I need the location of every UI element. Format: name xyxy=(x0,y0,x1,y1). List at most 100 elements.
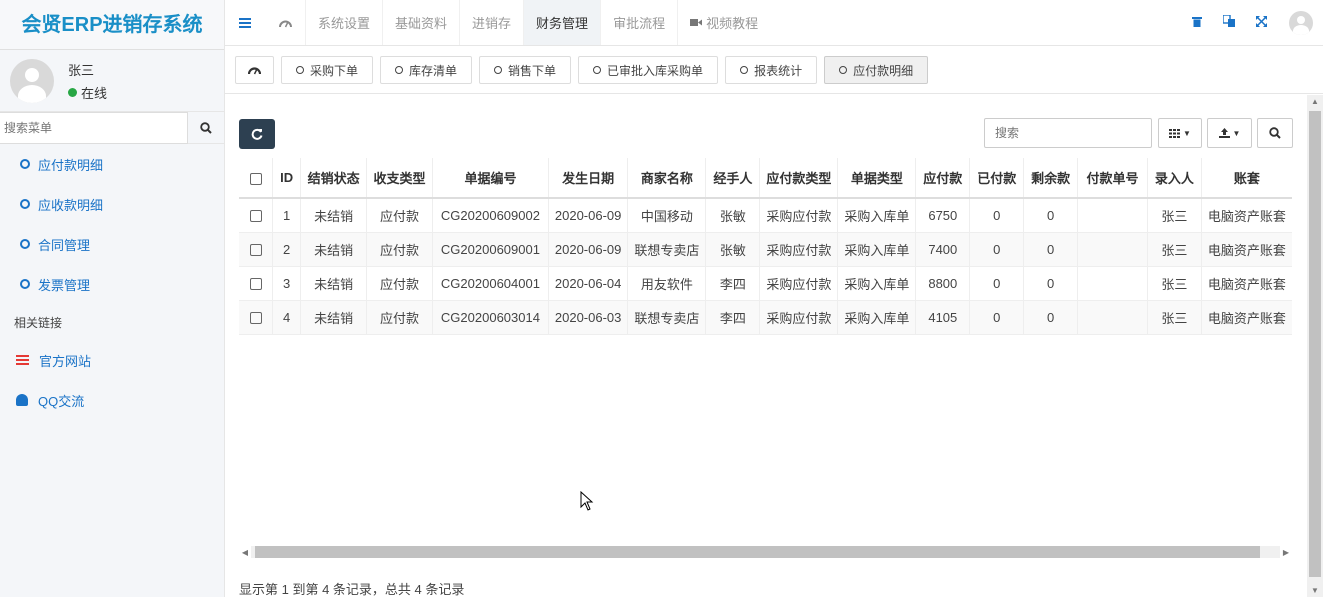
brand-title[interactable]: 会贤ERP进销存系统 xyxy=(0,0,224,50)
top-tab-basic-data[interactable]: 基础资料 xyxy=(382,0,459,45)
cell-settle-status: 未结销 xyxy=(300,266,367,301)
sidebar-item-receivables[interactable]: 应收款明细 xyxy=(0,184,224,224)
scroll-up-icon[interactable]: ▲ xyxy=(1311,97,1319,106)
sidebar-item-label: 应收款明细 xyxy=(38,197,104,213)
horizontal-scrollbar[interactable]: ◀ ▶ xyxy=(239,544,1292,560)
circle-icon xyxy=(20,279,30,289)
table-row[interactable]: 4 未结销 应付款 CG20200603014 2020-06-03 联想专卖店… xyxy=(239,300,1292,335)
scroll-right-icon[interactable]: ▶ xyxy=(1280,548,1292,557)
row-checkbox[interactable] xyxy=(249,312,262,325)
col-date[interactable]: 发生日期 xyxy=(547,158,628,199)
page-tab-label: 采购下单 xyxy=(310,63,359,78)
top-tab-system-settings[interactable]: 系统设置 xyxy=(305,0,382,45)
row-checkbox[interactable] xyxy=(249,210,262,223)
refresh-button[interactable] xyxy=(239,119,275,149)
col-payable[interactable]: 应付款 xyxy=(915,158,970,199)
top-tab-finance[interactable]: 财务管理 xyxy=(523,0,601,45)
page-tab-payables-detail[interactable]: 应付款明细 xyxy=(824,56,929,84)
col-account-set[interactable]: 账套 xyxy=(1200,158,1292,199)
chevron-down-icon: ▼ xyxy=(1183,128,1191,138)
sidebar-link-qq[interactable]: QQ交流 xyxy=(0,380,224,420)
top-tab-video-tutorials[interactable]: 视频教程 xyxy=(677,0,770,45)
online-dot-icon xyxy=(68,87,77,97)
cell-date: 2020-06-03 xyxy=(547,300,628,335)
columns-toggle-button[interactable]: ▼ xyxy=(1158,118,1202,148)
table-row[interactable]: 2 未结销 应付款 CG20200609001 2020-06-09 联想专卖店… xyxy=(239,232,1292,267)
cell-payable-type: 采购应付款 xyxy=(759,198,838,233)
cell-merchant: 联想专卖店 xyxy=(627,300,706,335)
row-checkbox[interactable] xyxy=(249,244,262,257)
col-io-type[interactable]: 收支类型 xyxy=(366,158,433,199)
sidebar-links-header: 相关链接 xyxy=(14,315,63,330)
table-row[interactable]: 1 未结销 应付款 CG20200609002 2020-06-09 中国移动 … xyxy=(239,198,1292,233)
cell-date: 2020-06-09 xyxy=(547,198,628,233)
page-tab-stock-list[interactable]: 库存清单 xyxy=(380,56,473,84)
col-settle-status[interactable]: 结销状态 xyxy=(300,158,367,199)
menu-toggle-icon[interactable] xyxy=(225,0,265,45)
sidebar-item-invoices[interactable]: 发票管理 xyxy=(0,264,224,304)
col-id[interactable]: ID xyxy=(272,158,301,199)
vertical-scrollbar[interactable]: ▲ ▼ xyxy=(1307,95,1323,597)
page-tab-purchase-order[interactable]: 采购下单 xyxy=(281,56,374,84)
top-user-avatar[interactable] xyxy=(1289,10,1313,35)
cell-settle-status: 未结销 xyxy=(300,198,367,233)
cell-settle-status: 未结销 xyxy=(300,232,367,267)
page-tab-approved-purchases[interactable]: 已审批入库采购单 xyxy=(578,56,719,84)
top-tab-approval[interactable]: 审批流程 xyxy=(600,0,677,45)
language-icon[interactable] xyxy=(1213,14,1245,30)
advanced-search-button[interactable] xyxy=(1257,118,1293,148)
search-icon xyxy=(200,122,212,134)
col-handler[interactable]: 经手人 xyxy=(705,158,760,199)
row-select-cell xyxy=(239,300,273,335)
cell-paid: 0 xyxy=(969,232,1024,267)
top-tab-inventory[interactable]: 进销存 xyxy=(459,0,523,45)
sidebar-item-payables[interactable]: 应付款明细 xyxy=(0,144,224,184)
cell-payable: 4105 xyxy=(915,300,970,335)
table-search-input[interactable] xyxy=(984,118,1152,148)
col-payment-number[interactable]: 付款单号 xyxy=(1077,158,1148,199)
select-all-checkbox[interactable] xyxy=(249,172,262,185)
col-entered-by[interactable]: 录入人 xyxy=(1146,158,1202,199)
page-tab-reports[interactable]: 报表统计 xyxy=(725,56,818,84)
user-panel: 张三 在线 xyxy=(0,50,224,112)
col-merchant[interactable]: 商家名称 xyxy=(627,158,706,199)
trash-icon[interactable] xyxy=(1181,15,1213,30)
cell-id: 3 xyxy=(272,266,301,301)
scroll-left-icon[interactable]: ◀ xyxy=(239,548,251,557)
cell-remaining: 0 xyxy=(1023,232,1078,267)
dashboard-icon[interactable] xyxy=(265,0,305,45)
menu-search-input[interactable] xyxy=(0,112,188,144)
sidebar-item-contracts[interactable]: 合同管理 xyxy=(0,224,224,264)
search-icon xyxy=(1269,127,1281,139)
page-tab-sales-order[interactable]: 销售下单 xyxy=(479,56,572,84)
col-doc-number[interactable]: 单据编号 xyxy=(432,158,549,199)
cell-remaining: 0 xyxy=(1023,300,1078,335)
row-checkbox[interactable] xyxy=(249,278,262,291)
scroll-track[interactable] xyxy=(251,546,1280,558)
cell-payment-number xyxy=(1077,266,1148,301)
content-panel: ▼ ▼ ID 结销状态 收支类型 单据编号 发生日期 商家名称 经手人 应付款类… xyxy=(225,95,1323,597)
sidebar-item-label: 合同管理 xyxy=(38,237,91,253)
page-tab-home[interactable] xyxy=(235,56,274,84)
scroll-thumb[interactable] xyxy=(255,546,1260,558)
scroll-thumb[interactable] xyxy=(1309,111,1321,577)
fullscreen-icon[interactable] xyxy=(1245,15,1277,30)
cell-doc-number: CG20200603014 xyxy=(432,300,549,335)
cell-remaining: 0 xyxy=(1023,266,1078,301)
col-payable-type[interactable]: 应付款类型 xyxy=(759,158,838,199)
cell-handler: 张敏 xyxy=(705,232,760,267)
col-doc-type[interactable]: 单据类型 xyxy=(837,158,916,199)
dashboard-icon xyxy=(248,67,261,75)
table-row[interactable]: 3 未结销 应付款 CG20200604001 2020-06-04 用友软件 … xyxy=(239,266,1292,301)
col-paid[interactable]: 已付款 xyxy=(969,158,1024,199)
scroll-down-icon[interactable]: ▼ xyxy=(1311,586,1319,595)
sidebar-link-website[interactable]: 官方网站 xyxy=(0,340,224,380)
circle-icon xyxy=(20,199,30,209)
menu-search-button[interactable] xyxy=(188,112,224,144)
cell-id: 1 xyxy=(272,198,301,233)
col-remaining[interactable]: 剩余款 xyxy=(1023,158,1078,199)
cell-io-type: 应付款 xyxy=(366,232,433,267)
export-button[interactable]: ▼ xyxy=(1207,118,1252,148)
sidebar-link-label: 官方网站 xyxy=(39,353,92,369)
cell-entered-by: 张三 xyxy=(1146,232,1202,267)
